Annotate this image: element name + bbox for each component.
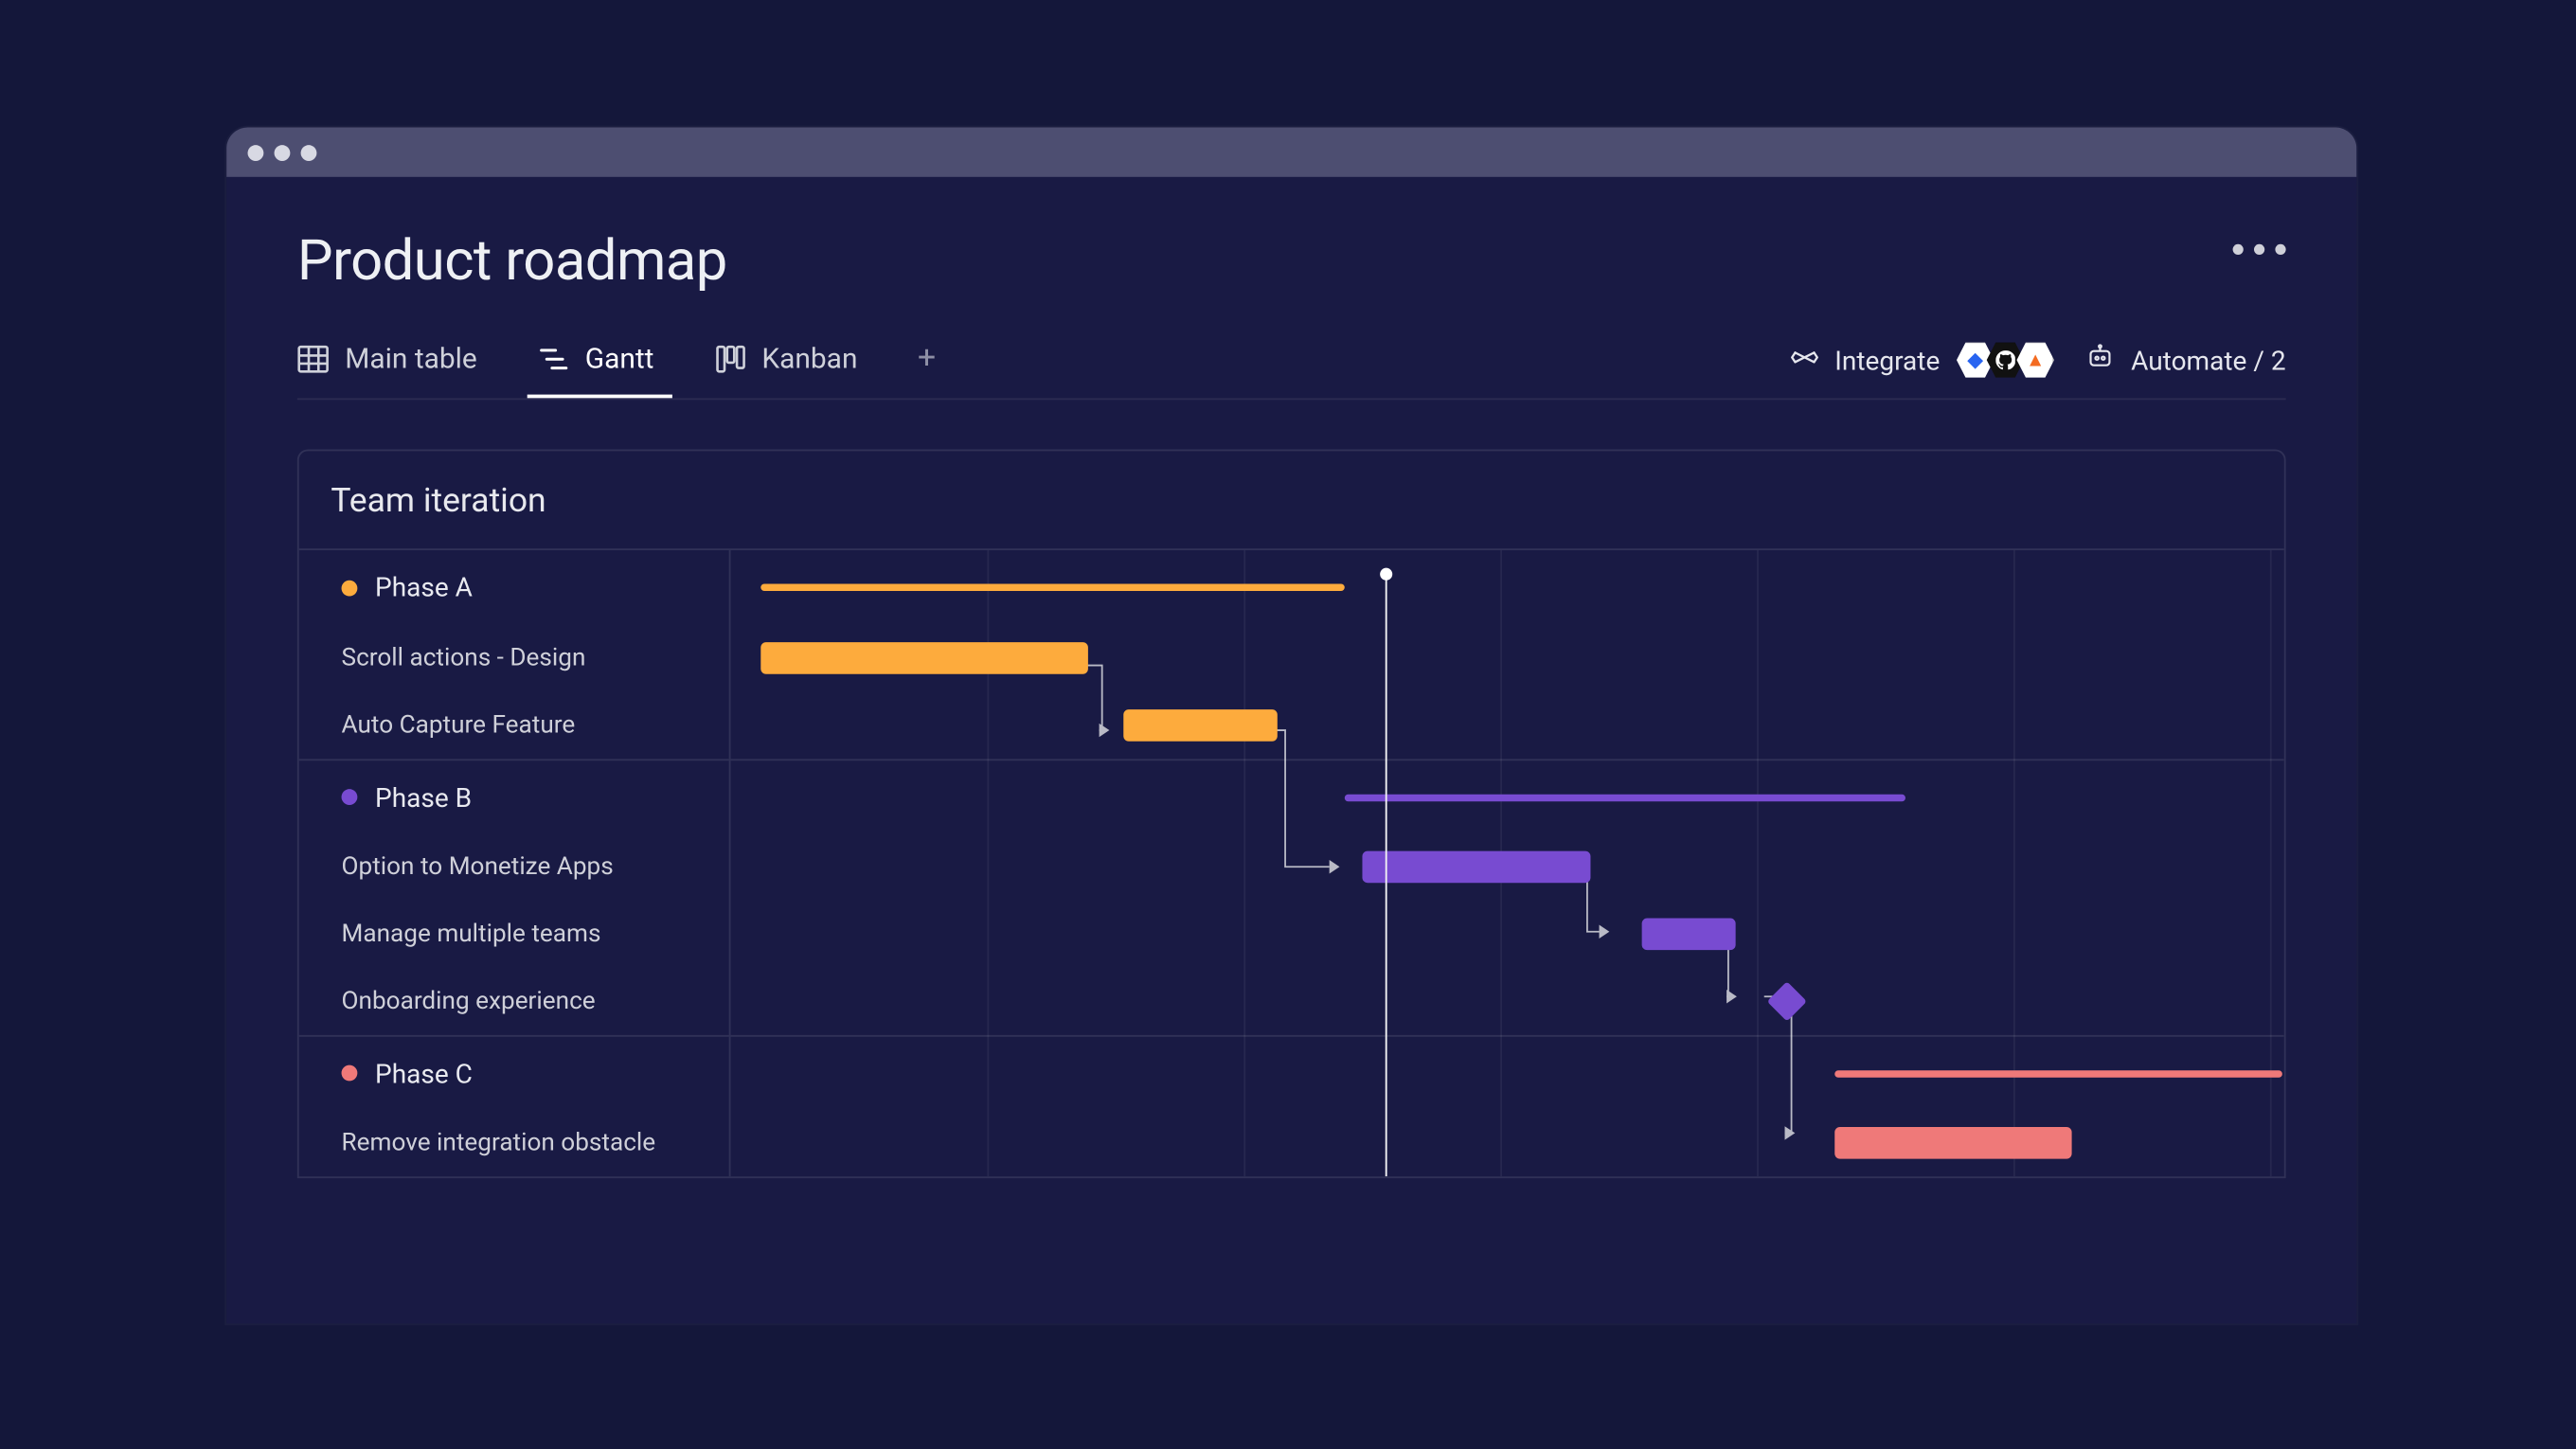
phase-summary-bar[interactable] (1834, 1069, 2282, 1076)
phase-dot-icon (342, 1065, 358, 1082)
tab-kanban[interactable]: Kanban (714, 342, 858, 397)
gitlab-icon: ▲ (2016, 341, 2055, 380)
milestone-marker[interactable] (1767, 981, 1807, 1021)
robot-icon (2086, 342, 2115, 377)
phase-summary-bar[interactable] (1344, 794, 1905, 800)
task-row[interactable]: Auto Capture Feature (299, 691, 729, 759)
gantt-timeline[interactable] (731, 550, 2284, 1176)
tab-label: Main table (345, 342, 476, 375)
phase-summary-bar[interactable] (761, 583, 1344, 590)
task-label: Manage multiple teams (342, 920, 601, 948)
window-titlebar (226, 128, 2356, 177)
task-label: Auto Capture Feature (342, 711, 576, 740)
task-bar[interactable] (1123, 709, 1278, 742)
integrate-button[interactable]: Integrate ◆ ▲ (1791, 341, 2055, 380)
view-tabs-bar: Main table Gantt Kanban + (297, 340, 2286, 401)
window-control-minimize[interactable] (275, 144, 291, 160)
window-control-close[interactable] (248, 144, 264, 160)
phase-label: Phase A (375, 571, 473, 603)
tab-label: Kanban (761, 342, 857, 375)
automate-button[interactable]: Automate / 2 (2086, 342, 2285, 377)
phase-row[interactable]: Phase A (299, 550, 729, 624)
table-icon (297, 342, 330, 374)
today-line (1385, 571, 1386, 1176)
today-marker-icon (1380, 568, 1392, 581)
task-bar[interactable] (761, 642, 1087, 674)
task-label: Option to Monetize Apps (342, 852, 614, 881)
phase-dot-icon (342, 580, 358, 596)
panel-title: Team iteration (299, 451, 2284, 550)
task-bar[interactable] (1834, 1127, 2072, 1159)
more-menu-button[interactable] (2233, 244, 2286, 255)
task-row[interactable]: Manage multiple teams (299, 901, 729, 968)
integrate-icon (1791, 342, 1819, 377)
task-label: Remove integration obstacle (342, 1129, 656, 1157)
task-row[interactable]: Option to Monetize Apps (299, 833, 729, 901)
gantt-panel: Team iteration Phase A Scroll actions - D… (297, 450, 2286, 1179)
phase-label: Phase C (375, 1057, 473, 1089)
task-label: Scroll actions - Design (342, 644, 586, 672)
gantt-task-list: Phase A Scroll actions - Design Auto Captu… (299, 550, 731, 1176)
phase-row[interactable]: Phase C (299, 1035, 729, 1109)
task-row[interactable]: Scroll actions - Design (299, 624, 729, 691)
add-view-button[interactable]: + (918, 340, 936, 399)
kanban-icon (714, 342, 746, 374)
automate-label: Automate / 2 (2131, 344, 2286, 376)
tab-gantt[interactable]: Gantt (537, 342, 653, 397)
window-control-zoom[interactable] (301, 144, 317, 160)
tab-label: Gantt (585, 342, 654, 375)
phase-label: Phase B (375, 781, 472, 814)
task-label: Onboarding experience (342, 987, 596, 1015)
integration-stack: ◆ ▲ (1956, 341, 2055, 380)
integrate-label: Integrate (1834, 344, 1940, 376)
task-bar[interactable] (1362, 851, 1590, 884)
page-title: Product roadmap (297, 226, 2286, 294)
app-window: Product roadmap Main table (226, 128, 2356, 1324)
task-row[interactable]: Remove integration obstacle (299, 1109, 729, 1176)
phase-row[interactable]: Phase B (299, 759, 729, 832)
gantt-icon (537, 342, 569, 374)
phase-dot-icon (342, 789, 358, 805)
task-bar[interactable] (1641, 919, 1736, 951)
task-row[interactable]: Onboarding experience (299, 968, 729, 1035)
tab-main-table[interactable]: Main table (297, 342, 477, 397)
